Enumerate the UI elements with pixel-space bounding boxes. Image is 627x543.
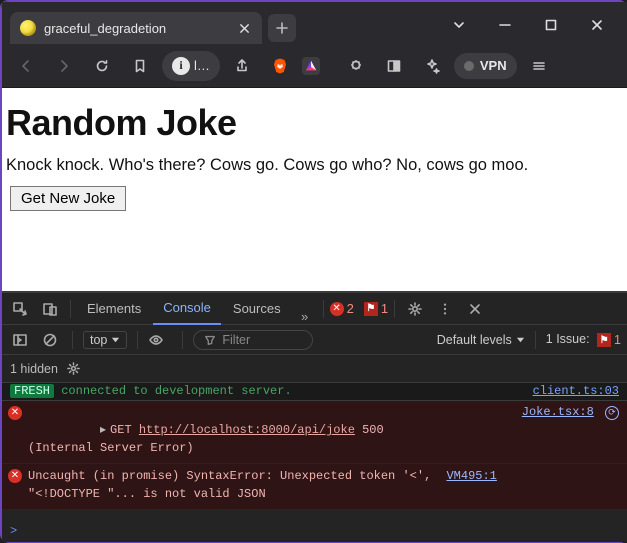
browser-tab[interactable]: graceful_degradetion (10, 12, 262, 44)
clear-console-button[interactable] (38, 328, 62, 352)
devtools-tab-sources[interactable]: Sources (223, 293, 291, 325)
execution-context-selector[interactable]: top (83, 331, 127, 349)
devtools-tab-elements[interactable]: Elements (77, 293, 151, 325)
log-levels-selector[interactable]: Default levels (437, 333, 525, 347)
nav-forward-button[interactable] (48, 50, 80, 82)
issue-count-badge[interactable]: ⚑ 1 (364, 301, 388, 316)
address-bar[interactable]: i l… (162, 51, 220, 81)
titlebar: graceful_degradetion (2, 2, 627, 44)
nav-back-button[interactable] (10, 50, 42, 82)
console-filter-bar: top Filter Default levels 1 Issue: ⚑ (2, 325, 627, 355)
devtools-settings-button[interactable] (401, 295, 429, 323)
tab-search-button[interactable] (437, 10, 481, 40)
devtools-tabs-overflow-button[interactable]: » (293, 293, 317, 324)
expand-triangle-icon[interactable]: ▸ (100, 423, 110, 437)
page-content: Random Joke Knock knock. Who's there? Co… (2, 88, 627, 291)
bookmark-button[interactable] (124, 50, 156, 82)
hmr-status-line: FRESH connected to development server. c… (2, 383, 627, 401)
app-menu-button[interactable] (523, 50, 555, 82)
tab-close-button[interactable] (236, 20, 252, 36)
share-button[interactable] (226, 50, 258, 82)
console-messages: ✕ ▸GET http://localhost:8000/api/joke 50… (2, 401, 627, 520)
new-tab-button[interactable] (268, 14, 296, 42)
device-emulation-button[interactable] (36, 295, 64, 323)
source-link[interactable]: Joke.tsx:8 (514, 405, 594, 419)
live-expression-button[interactable] (148, 332, 172, 348)
gear-icon (66, 361, 81, 376)
filter-placeholder: Filter (222, 333, 250, 347)
vpn-button[interactable]: VPN (454, 53, 517, 79)
vpn-status-dot-icon (464, 61, 474, 71)
joke-text: Knock knock. Who's there? Cows go. Cows … (6, 154, 623, 176)
console-sidebar-toggle[interactable] (8, 328, 32, 352)
hidden-messages-row[interactable]: 1 hidden (2, 355, 627, 383)
favicon-icon (20, 20, 36, 36)
vpn-label: VPN (480, 58, 507, 73)
brave-shields-icon[interactable] (264, 50, 296, 82)
inspect-element-button[interactable] (6, 295, 34, 323)
console-error-row[interactable]: ✕ ▸GET http://localhost:8000/api/joke 50… (2, 401, 627, 464)
error-icon: ✕ (8, 469, 22, 483)
url-text: l… (194, 58, 210, 73)
source-link[interactable]: VM495:1 (438, 469, 496, 483)
get-new-joke-button[interactable]: Get New Joke (10, 186, 126, 211)
issue-flag-icon: ⚑ (364, 302, 378, 316)
extensions-button[interactable] (340, 50, 372, 82)
console-filter-input[interactable]: Filter (193, 330, 313, 350)
error-icon: ✕ (330, 302, 344, 316)
window-close-button[interactable] (575, 10, 619, 40)
window-minimize-button[interactable] (483, 10, 527, 40)
sidebar-button[interactable] (378, 50, 410, 82)
issue-flag-icon: ⚑ (597, 333, 611, 347)
error-icon: ✕ (8, 406, 22, 420)
browser-toolbar: i l… VPN (2, 44, 627, 88)
chevron-right-icon: > (10, 524, 17, 538)
window-maximize-button[interactable] (529, 10, 573, 40)
devtools-panel: Elements Console Sources » ✕ 2 ⚑ 1 (2, 291, 627, 542)
error-count-badge[interactable]: ✕ 2 (330, 301, 354, 316)
devtools-close-button[interactable] (461, 295, 489, 323)
devtools-more-button[interactable] (431, 295, 459, 323)
console-prompt[interactable]: > (2, 520, 627, 542)
tab-title: graceful_degradetion (44, 21, 228, 36)
issues-link[interactable]: 1 Issue: ⚑ 1 (546, 332, 621, 348)
devtools-tabbar: Elements Console Sources » ✕ 2 ⚑ 1 (2, 293, 627, 325)
site-info-icon[interactable]: i (172, 57, 190, 75)
devtools-tab-console[interactable]: Console (153, 293, 221, 325)
console-error-row[interactable]: ✕ Uncaught (in promise) SyntaxError: Une… (2, 464, 627, 510)
react-devtools-icon[interactable]: ⟳ (605, 406, 619, 420)
brave-rewards-icon[interactable] (302, 57, 320, 75)
request-url-link[interactable]: http://localhost:8000/api/joke (139, 423, 355, 437)
page-heading: Random Joke (6, 102, 623, 144)
leo-ai-button[interactable] (416, 50, 448, 82)
reload-button[interactable] (86, 50, 118, 82)
